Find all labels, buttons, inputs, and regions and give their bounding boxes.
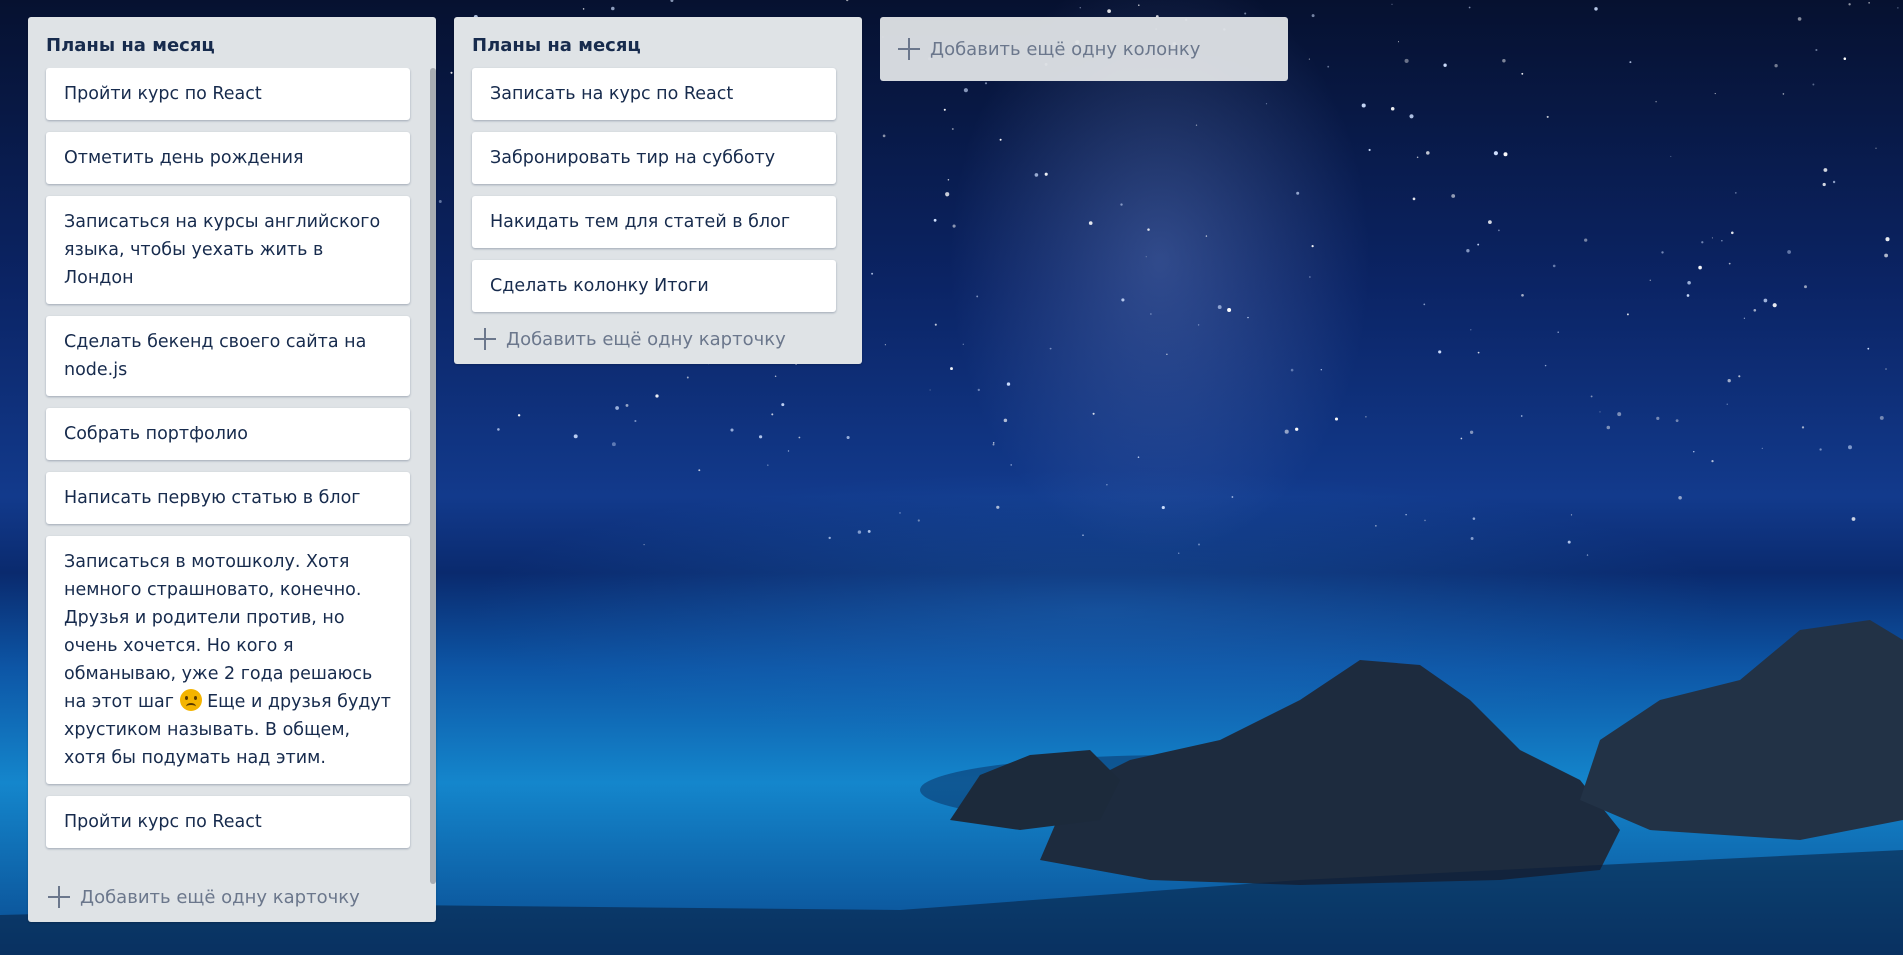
plus-icon: [472, 326, 498, 352]
card[interactable]: Собрать портфолио: [46, 408, 410, 460]
scrollbar[interactable]: [430, 68, 436, 884]
add-column-button[interactable]: Добавить ещё одну колонку: [880, 17, 1288, 81]
card[interactable]: Написать первую статью в блог: [46, 472, 410, 524]
card-text-part-1: Записаться в мотошколу. Хотя немного стр…: [64, 552, 373, 712]
add-card-button[interactable]: Добавить ещё одну карточку: [472, 324, 844, 354]
add-column-label: Добавить ещё одну колонку: [930, 38, 1201, 60]
sad-emoji-icon: [179, 689, 202, 711]
card[interactable]: Записаться на курсы английского языка, ч…: [46, 196, 410, 304]
plus-icon: [46, 884, 72, 910]
column-1: Планы на месяц Пройти курс по React Отме…: [28, 17, 436, 922]
column-2: Планы на месяц Записать на курс по React…: [454, 17, 862, 364]
add-card-button[interactable]: Добавить ещё одну карточку: [46, 882, 418, 912]
add-card-label: Добавить ещё одну карточку: [80, 886, 360, 908]
card[interactable]: Забронировать тир на субботу: [472, 132, 836, 184]
card[interactable]: Отметить день рождения: [46, 132, 410, 184]
column-title[interactable]: Планы на месяц: [46, 35, 418, 56]
card[interactable]: Записать на курс по React: [472, 68, 836, 120]
card[interactable]: Сделать колонку Итоги: [472, 260, 836, 312]
card[interactable]: Накидать тем для статей в блог: [472, 196, 836, 248]
card-with-emoji[interactable]: Записаться в мотошколу. Хотя немного стр…: [46, 536, 410, 784]
card-list: Записать на курс по React Забронировать …: [454, 68, 862, 312]
column-title[interactable]: Планы на месяц: [472, 35, 844, 56]
card[interactable]: Пройти курс по React: [46, 68, 410, 120]
card[interactable]: Сделать бекенд своего сайта на node.js: [46, 316, 410, 396]
add-card-label: Добавить ещё одну карточку: [506, 328, 786, 350]
plus-icon: [896, 36, 922, 62]
card[interactable]: Пройти курс по React: [46, 796, 410, 848]
board: Планы на месяц Пройти курс по React Отме…: [28, 17, 1288, 922]
card-list: Пройти курс по React Отметить день рожде…: [28, 68, 436, 874]
